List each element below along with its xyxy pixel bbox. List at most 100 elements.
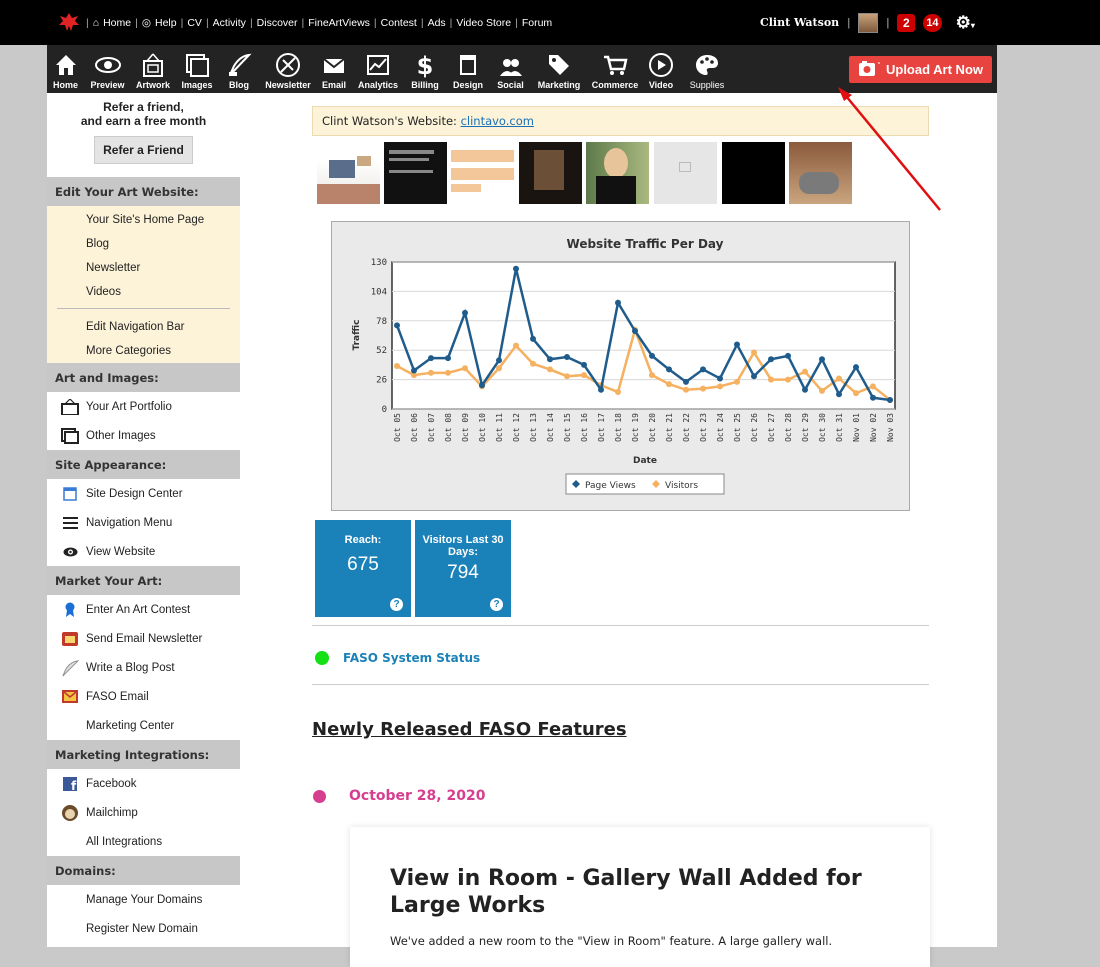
sidebar-item-videos[interactable]: Videos [47, 280, 240, 304]
sidebar-item-home-page[interactable]: Your Site's Home Page [47, 208, 240, 232]
sidebar-item-write-blog[interactable]: Write a Blog Post [47, 653, 240, 682]
sidebar-item-facebook[interactable]: f Facebook [47, 769, 240, 798]
toolbar-video[interactable]: Video [642, 45, 680, 93]
svg-text:f: f [71, 779, 77, 791]
sidebar-item-more-categories[interactable]: More Categories [47, 339, 240, 363]
sidebar-item-manage-domains[interactable]: Manage Your Domains [47, 885, 240, 914]
sidebar-item-art-contest[interactable]: Enter An Art Contest [47, 595, 240, 624]
artwork-thumbnail[interactable] [451, 142, 514, 204]
refer-friend-button[interactable]: Refer a Friend [94, 136, 193, 164]
dollar-icon: $ [417, 52, 434, 78]
x-tick-label: Oct 24 [716, 413, 725, 442]
upload-label: Upload Art Now [885, 62, 983, 77]
top-link-help[interactable]: Help [155, 17, 177, 29]
artwork-thumbnail[interactable] [789, 142, 852, 204]
y-axis-label: Traffic [352, 319, 362, 350]
quill-icon [61, 659, 79, 676]
avatar[interactable] [858, 12, 879, 33]
chart-icon [367, 55, 389, 75]
data-point [802, 368, 808, 375]
toolbar-design[interactable]: Design [445, 45, 491, 93]
sidebar-item-send-newsletter[interactable]: Send Email Newsletter [47, 624, 240, 653]
svg-text:+: + [877, 59, 880, 69]
reach-label: Reach: [344, 534, 382, 546]
section-site-appearance: Site Appearance: [47, 450, 240, 479]
toolbar-label: Artwork [135, 80, 170, 90]
x-tick-label: Oct 30 [818, 413, 827, 442]
image-not-available[interactable] [654, 142, 717, 204]
help-icon[interactable]: ? [390, 598, 403, 611]
artwork-thumbnail[interactable] [317, 142, 380, 204]
sidebar-item-marketing-center[interactable]: Marketing Center [47, 711, 240, 740]
social-icon [499, 59, 522, 76]
toolbar-billing[interactable]: $ Billing [405, 45, 445, 93]
data-point [632, 327, 638, 334]
top-link-cv[interactable]: CV [187, 17, 202, 29]
help-icon[interactable]: ? [490, 598, 503, 611]
y-tick-label: 52 [376, 346, 387, 356]
sidebar-item-mailchimp[interactable]: Mailchimp [47, 798, 240, 827]
sidebar-item-art-portfolio[interactable]: Your Art Portfolio [47, 392, 240, 421]
top-link-fineartviews[interactable]: FineArtViews [308, 17, 370, 29]
sidebar-item-all-integrations[interactable]: All Integrations [47, 827, 240, 856]
top-link-ads[interactable]: Ads [428, 17, 446, 29]
system-status[interactable]: FASO System Status [315, 651, 480, 665]
newsletter-icon [276, 53, 300, 77]
traffic-chart-svg: 0 26 52 78 104 130 Website Traffic Per Day Traf… [352, 237, 896, 495]
features-heading[interactable]: Newly Released FASO Features [312, 719, 627, 740]
data-point [581, 372, 587, 379]
upload-art-button[interactable]: + Upload Art Now [849, 56, 992, 83]
toolbar-home[interactable]: Home [47, 45, 84, 93]
top-link-activity[interactable]: Activity [213, 17, 246, 29]
user-area: Clint Watson | | 2 14 ⚙▾ [760, 12, 975, 33]
data-point [819, 387, 825, 394]
toolbar-supplies[interactable]: Supplies [680, 45, 734, 93]
sidebar-item-newsletter[interactable]: Newsletter [47, 256, 240, 280]
toolbar-blog[interactable]: Blog [219, 45, 259, 93]
section-marketing-integrations: Marketing Integrations: [47, 740, 240, 769]
toolbar-social[interactable]: Social [491, 45, 530, 93]
artwork-thumbnail[interactable] [722, 142, 785, 204]
x-tick-label: Oct 09 [461, 413, 470, 442]
toolbar-label: Commerce [591, 80, 639, 90]
sidebar-item-blog[interactable]: Blog [47, 232, 240, 256]
notifications-badge[interactable]: 14 [923, 13, 942, 32]
sidebar-item-edit-nav-bar[interactable]: Edit Navigation Bar [47, 315, 240, 339]
toolbar-commerce[interactable]: Commerce [588, 45, 642, 93]
sidebar-item-other-images[interactable]: Other Images [47, 421, 240, 450]
website-link[interactable]: clintavo.com [461, 114, 534, 128]
x-tick-label: Oct 11 [495, 413, 504, 442]
toolbar-newsletter[interactable]: Newsletter [259, 45, 317, 93]
top-link-contest[interactable]: Contest [381, 17, 417, 29]
top-link-forum[interactable]: Forum [522, 17, 552, 29]
top-link-video-store[interactable]: Video Store [456, 17, 511, 29]
gear-icon[interactable]: ⚙▾ [956, 13, 975, 33]
top-link-home[interactable]: Home [103, 17, 131, 29]
sidebar-item-label: Send Email Newsletter [86, 632, 203, 645]
data-point [768, 376, 774, 383]
sidebar-item-view-website[interactable]: View Website [47, 537, 240, 566]
messages-badge[interactable]: 2 [897, 13, 916, 32]
toolbar-marketing[interactable]: Marketing [530, 45, 588, 93]
toolbar-images[interactable]: Images [175, 45, 219, 93]
toolbar-email[interactable]: Email [317, 45, 351, 93]
artwork-thumbnail[interactable] [519, 142, 582, 204]
top-link-discover[interactable]: Discover [257, 17, 298, 29]
feature-text: We've added a new room to the "View in R… [390, 934, 833, 948]
x-axis-label: Date [633, 456, 657, 466]
refer-title-1: Refer a friend, [103, 100, 184, 114]
sidebar-item-design-center[interactable]: Site Design Center [47, 479, 240, 508]
sidebar-item-register-domain[interactable]: Register New Domain [47, 914, 240, 943]
artwork-thumbnail[interactable] [586, 142, 649, 204]
sidebar-item-navigation-menu[interactable]: Navigation Menu [47, 508, 240, 537]
x-tick-label: Oct 25 [733, 413, 742, 442]
data-point [564, 373, 570, 380]
toolbar-preview[interactable]: Preview [84, 45, 131, 93]
toolbar-analytics[interactable]: Analytics [351, 45, 405, 93]
x-tick-label: Oct 10 [478, 413, 487, 442]
toolbar-artwork[interactable]: Artwork [131, 45, 175, 93]
sidebar-item-faso-email[interactable]: FASO Email [47, 682, 240, 711]
user-name[interactable]: Clint Watson [760, 16, 839, 29]
data-point [700, 385, 706, 392]
artwork-thumbnail[interactable] [384, 142, 447, 204]
